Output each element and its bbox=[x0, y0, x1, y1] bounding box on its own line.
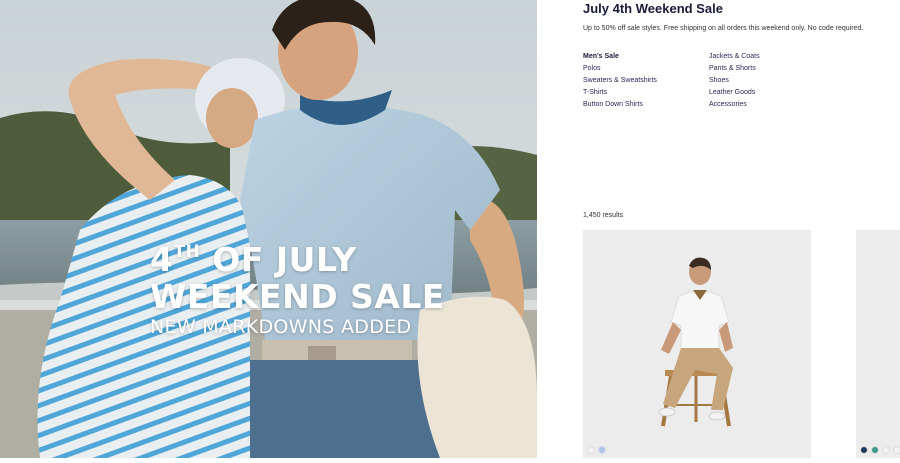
color-swatches bbox=[860, 446, 900, 454]
results-count: 1,450 results bbox=[583, 212, 624, 219]
color-swatch-white[interactable] bbox=[893, 446, 900, 454]
category-link-polos[interactable]: Polos bbox=[583, 63, 657, 75]
category-link-leather-goods[interactable]: Leather Goods bbox=[709, 87, 760, 99]
category-link-tshirts[interactable]: T-Shirts bbox=[583, 87, 657, 99]
category-link-button-down-shirts[interactable]: Button Down Shirts bbox=[583, 99, 657, 111]
hero-title-line1: 4TH OF JULY bbox=[150, 240, 357, 279]
hero-banner[interactable]: 4TH OF JULY WEEKEND SALE NEW MARKDOWNS A… bbox=[0, 0, 537, 458]
category-link-sweaters[interactable]: Sweaters & Sweatshirts bbox=[583, 75, 657, 87]
category-list-1: Men's Sale Polos Sweaters & Sweatshirts … bbox=[583, 51, 657, 111]
category-link-accessories[interactable]: Accessories bbox=[709, 99, 760, 111]
hero-title-line2: WEEKEND SALE bbox=[150, 277, 445, 316]
category-link-jackets-coats[interactable]: Jackets & Coats bbox=[709, 51, 760, 63]
color-swatch-blue[interactable] bbox=[598, 446, 606, 454]
category-link-pants-shorts[interactable]: Pants & Shorts bbox=[709, 63, 760, 75]
color-swatches bbox=[587, 446, 606, 454]
category-link-shoes[interactable]: Shoes bbox=[709, 75, 760, 87]
page-title: July 4th Weekend Sale bbox=[583, 1, 723, 16]
color-swatch-white[interactable] bbox=[587, 446, 595, 454]
hero-headline: 4TH OF JULY WEEKEND SALE NEW MARKDOWNS A… bbox=[150, 234, 445, 339]
category-link-mens-sale[interactable]: Men's Sale bbox=[583, 51, 657, 63]
color-swatch-teal[interactable] bbox=[871, 446, 879, 454]
hero-photo bbox=[0, 0, 537, 458]
hero-subtitle: NEW MARKDOWNS ADDED bbox=[150, 316, 412, 338]
product-card[interactable] bbox=[583, 230, 811, 458]
color-swatch-white[interactable] bbox=[882, 446, 890, 454]
product-card[interactable] bbox=[856, 230, 900, 458]
page-subtitle: Up to 50% off sale styles. Free shipping… bbox=[583, 25, 864, 32]
category-list-2: Jackets & Coats Pants & Shorts Shoes Lea… bbox=[709, 51, 760, 111]
color-swatch-navy[interactable] bbox=[860, 446, 868, 454]
product-image[interactable] bbox=[583, 230, 811, 458]
